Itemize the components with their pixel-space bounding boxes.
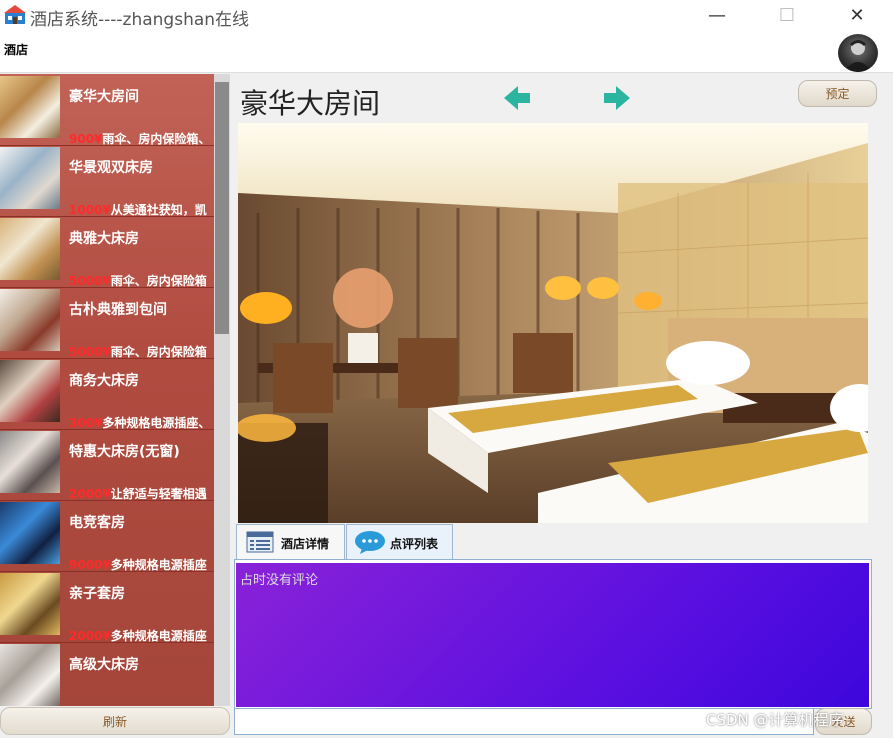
chat-bubble-icon	[355, 531, 385, 554]
room-desc-text: 从美通社获知，凯	[110, 203, 207, 217]
scrollbar-thumb[interactable]	[215, 82, 229, 334]
maximize-button[interactable]: ☐	[767, 2, 807, 30]
room-list-item[interactable]: 亲子套房 2000¥多种规格电源插座	[0, 571, 214, 643]
room-thumbnail	[0, 573, 60, 635]
room-thumbnail	[0, 502, 60, 564]
room-thumbnail	[0, 360, 60, 422]
book-button[interactable]: 预定	[798, 80, 877, 107]
room-list-item[interactable]: 商务大床房 300¥多种规格电源插座、	[0, 358, 214, 430]
menu-hotel[interactable]: 酒店	[4, 41, 28, 58]
room-price: 2000¥	[69, 629, 111, 643]
room-desc-text: 雨伞、房内保险箱	[110, 345, 207, 359]
arrow-right-icon[interactable]	[600, 82, 634, 114]
room-name: 典雅大床房	[69, 231, 139, 247]
review-list-area[interactable]: 占时没有评论	[236, 563, 869, 707]
empty-review-text: 占时没有评论	[240, 573, 319, 588]
room-thumbnail	[0, 76, 60, 138]
room-list-item[interactable]: 古朴典雅到包间 5000¥雨伞、房内保险箱	[0, 287, 214, 359]
room-price: 900¥	[69, 132, 103, 146]
hotel-building-icon	[4, 5, 26, 24]
window-title: 酒店系统----zhangshan在线	[30, 10, 250, 30]
tab-label: 点评列表	[390, 537, 439, 551]
room-price: 300¥	[69, 416, 103, 430]
room-desc-text: 雨伞、房内保险箱	[110, 274, 207, 288]
table-list-icon	[246, 531, 274, 553]
room-desc-text: 多种规格电源插座、	[102, 416, 211, 430]
room-name: 古朴典雅到包间	[69, 302, 167, 318]
room-price: 5000¥	[69, 345, 111, 359]
room-list-panel: 豪华大房间 900¥雨伞、房内保险箱、 华景观双床房 1000¥从美通社获知，凯…	[0, 74, 230, 706]
room-thumbnail	[0, 431, 60, 493]
room-name: 豪华大房间	[69, 89, 139, 105]
tab-hotel-details[interactable]: 酒店详情	[236, 524, 345, 559]
user-avatar[interactable]	[838, 34, 878, 72]
tab-review-list[interactable]: 点评列表	[346, 524, 453, 559]
room-name: 特惠大床房(无窗)	[69, 444, 180, 460]
room-list-item[interactable]: 华景观双床房 1000¥从美通社获知，凯	[0, 145, 214, 217]
room-desc-text: 雨伞、房内保险箱、	[102, 132, 211, 146]
room-name: 电竞客房	[69, 515, 125, 531]
room-thumbnail	[0, 644, 60, 706]
room-price: 1000¥	[69, 203, 111, 217]
room-list-item[interactable]: 豪华大房间 900¥雨伞、房内保险箱、	[0, 74, 214, 146]
room-name: 高级大床房	[69, 657, 139, 673]
room-list-item[interactable]: 电竞客房 9000¥多种规格电源插座	[0, 500, 214, 572]
minimize-button[interactable]: —	[697, 2, 737, 30]
room-name: 亲子套房	[69, 586, 125, 602]
room-thumbnail	[0, 289, 60, 351]
title-bar: 酒店系统----zhangshan在线 — ☐ ✕	[0, 0, 893, 32]
arrow-left-icon[interactable]	[500, 82, 534, 114]
room-name: 商务大床房	[69, 373, 139, 389]
room-photo-image	[238, 123, 868, 523]
watermark: CSDN @计算机程序	[706, 711, 844, 729]
tab-label: 酒店详情	[281, 537, 330, 551]
room-title: 豪华大房间	[240, 87, 381, 120]
room-price: 9000¥	[69, 558, 111, 572]
close-button[interactable]: ✕	[837, 2, 877, 30]
room-thumbnail	[0, 218, 60, 280]
room-list-item[interactable]: 特惠大床房(无窗) 2000¥让舒适与轻奢相遇	[0, 429, 214, 501]
room-list-item[interactable]: 典雅大床房 5000¥雨伞、房内保险箱	[0, 216, 214, 288]
room-name: 华景观双床房	[69, 160, 153, 176]
room-thumbnail	[0, 147, 60, 209]
room-desc-text: 多种规格电源插座	[110, 558, 207, 572]
room-desc-text: 多种规格电源插座	[110, 629, 207, 643]
room-price: 2000¥	[69, 487, 111, 501]
avatar-figure-icon	[844, 40, 872, 72]
room-price: 5000¥	[69, 274, 111, 288]
menu-bar: 酒店	[0, 32, 893, 73]
refresh-button[interactable]: 刷新	[0, 707, 230, 735]
room-list-item[interactable]: 高级大床房	[0, 642, 214, 706]
room-desc-text: 让舒适与轻奢相遇	[110, 487, 207, 501]
room-list-scrollbar[interactable]	[214, 74, 230, 706]
room-list[interactable]: 豪华大房间 900¥雨伞、房内保险箱、 华景观双床房 1000¥从美通社获知，凯…	[0, 74, 214, 706]
room-photo	[238, 123, 868, 523]
